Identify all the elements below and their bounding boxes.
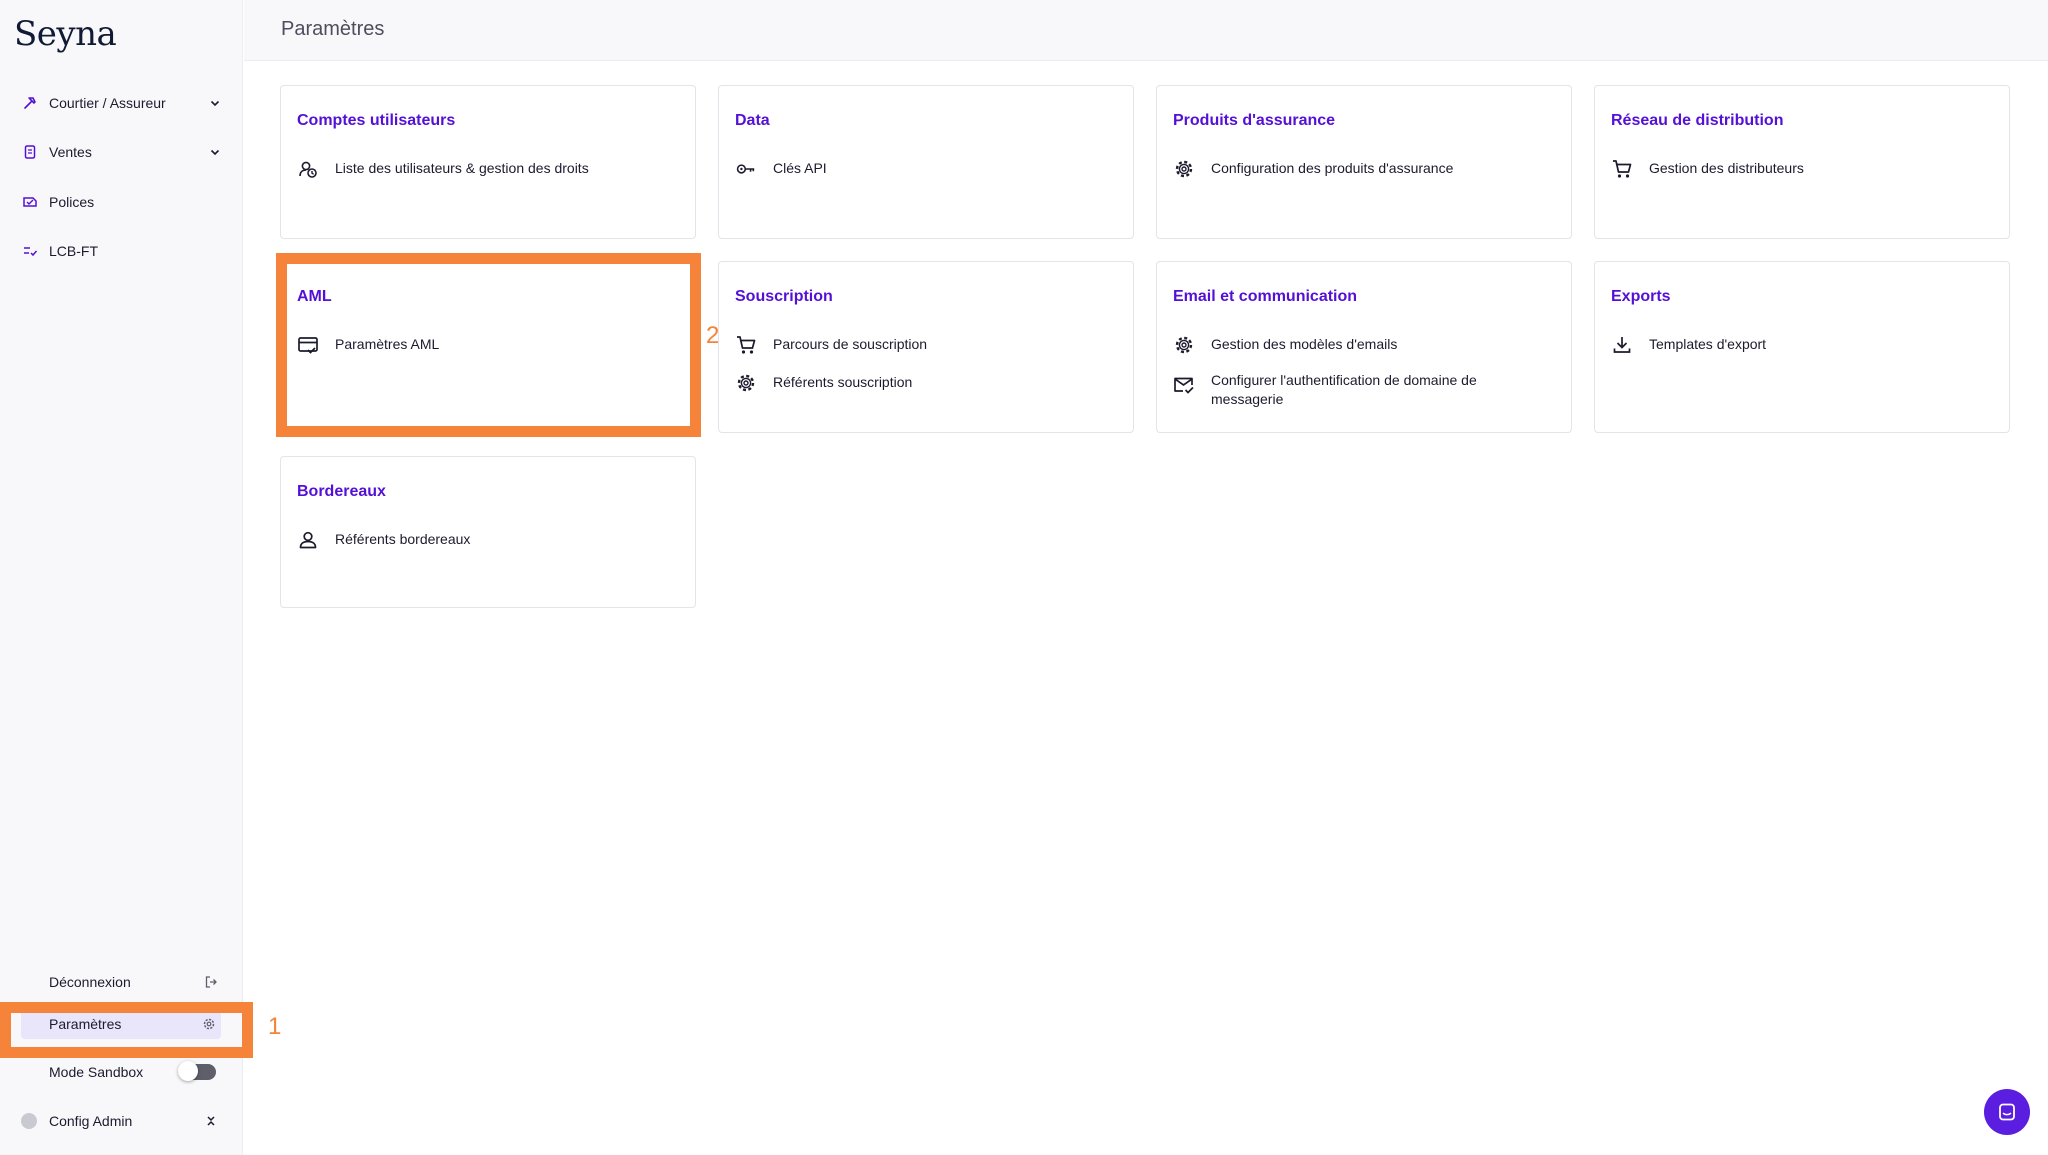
card-reseau-distribution: Réseau de distribution Gestion des distr… [1594, 85, 2010, 239]
config-admin-menu[interactable]: Config Admin [21, 1106, 221, 1136]
link-label: Gestion des distributeurs [1649, 160, 1804, 176]
link-label: Référents souscription [773, 374, 913, 390]
link-gestion-distributeurs[interactable]: Gestion des distributeurs [1611, 158, 1949, 180]
gear-icon [1173, 334, 1195, 356]
link-gestion-modeles-emails[interactable]: Gestion des modèles d'emails [1173, 334, 1511, 356]
sidebar-item-lcb-ft[interactable]: LCB-FT [20, 236, 223, 266]
chevron-updown-icon [203, 1113, 219, 1129]
link-parcours-souscription[interactable]: Parcours de souscription [735, 334, 1073, 356]
sidebar-item-label: LCB-FT [49, 243, 98, 259]
gear-icon [1173, 158, 1195, 180]
sidebar-item-label: Courtier / Assureur [49, 95, 166, 111]
sidebar-item-courtier-assureur[interactable]: Courtier / Assureur [20, 88, 223, 118]
card-title: Data [735, 112, 770, 129]
link-authentification-domaine[interactable]: Configurer l'authentification de domaine… [1173, 370, 1511, 409]
card-title: Souscription [735, 288, 833, 305]
card-title: Exports [1611, 288, 1671, 305]
link-label: Gestion des modèles d'emails [1211, 336, 1398, 352]
card-exports: Exports Templates d'export [1594, 261, 2010, 433]
link-templates-export[interactable]: Templates d'export [1611, 334, 1949, 356]
sandbox-mode-row: Mode Sandbox [21, 1057, 221, 1087]
card-title: Comptes utilisateurs [297, 112, 456, 129]
sidebar-item-label: Polices [49, 194, 95, 210]
chevron-down-icon[interactable] [207, 144, 223, 160]
user-shield-icon [297, 158, 319, 180]
key-icon [735, 158, 757, 180]
link-label: Référents bordereaux [335, 531, 471, 547]
highlight-box-aml [276, 253, 701, 437]
link-referents-bordereaux[interactable]: Référents bordereaux [297, 529, 635, 551]
cart-icon [735, 334, 757, 356]
link-liste-utilisateurs[interactable]: Liste des utilisateurs & gestion des dro… [297, 158, 635, 180]
page-title: Paramètres [281, 18, 385, 40]
policy-icon [20, 192, 40, 212]
logout-button[interactable]: Déconnexion [21, 967, 221, 997]
card-comptes-utilisateurs: Comptes utilisateurs Liste des utilisate… [280, 85, 696, 239]
link-label: Configurer l'authentification de domaine… [1211, 372, 1477, 407]
card-title: Produits d'assurance [1173, 112, 1336, 129]
link-label: Templates d'export [1649, 336, 1767, 352]
sidebar-item-polices[interactable]: Polices [20, 187, 223, 217]
link-referents-souscription[interactable]: Référents souscription [735, 372, 1073, 394]
chat-launcher-button[interactable] [1984, 1089, 2030, 1135]
sandbox-label: Mode Sandbox [49, 1064, 144, 1080]
download-icon [1611, 334, 1633, 356]
gear-icon [735, 372, 757, 394]
logout-label: Déconnexion [49, 974, 131, 990]
card-produits-assurance: Produits d'assurance Configuration des p… [1156, 85, 1572, 239]
avatar [21, 1113, 37, 1129]
hammer-icon [20, 93, 40, 113]
link-label: Clés API [773, 160, 827, 176]
card-title: Réseau de distribution [1611, 112, 1784, 129]
brand-logo[interactable]: Seyna [14, 14, 117, 54]
chat-icon [1997, 1102, 2017, 1122]
link-label: Parcours de souscription [773, 336, 928, 352]
admin-label: Config Admin [49, 1113, 133, 1129]
sidebar: Seyna Courtier / Assureur Ventes Polices… [0, 0, 243, 1155]
highlight-marker-2: 2 [706, 322, 720, 349]
card-title: Bordereaux [297, 483, 386, 500]
toggle-knob [178, 1061, 198, 1081]
mail-check-icon [1173, 374, 1195, 396]
link-configuration-produits[interactable]: Configuration des produits d'assurance [1173, 158, 1511, 180]
sandbox-toggle[interactable] [178, 1061, 216, 1081]
card-email-communication: Email et communication Gestion des modèl… [1156, 261, 1572, 433]
sidebar-item-label: Ventes [49, 144, 92, 160]
checklist-icon [20, 241, 40, 261]
highlight-box-settings [0, 1002, 253, 1058]
card-bordereaux: Bordereaux Référents bordereaux [280, 456, 696, 608]
sidebar-item-ventes[interactable]: Ventes [20, 137, 223, 167]
logout-icon [203, 974, 219, 990]
user-icon [297, 529, 319, 551]
link-label: Liste des utilisateurs & gestion des dro… [335, 160, 589, 176]
cart-icon [1611, 158, 1633, 180]
card-data: Data Clés API [718, 85, 1134, 239]
link-cles-api[interactable]: Clés API [735, 158, 1073, 180]
highlight-marker-1: 1 [268, 1013, 282, 1040]
link-label: Configuration des produits d'assurance [1211, 160, 1454, 176]
card-souscription: Souscription Parcours de souscription Ré… [718, 261, 1134, 433]
chevron-down-icon[interactable] [207, 95, 223, 111]
card-title: Email et communication [1173, 288, 1358, 305]
page-header: Paramètres [244, 0, 2048, 61]
document-icon [20, 142, 40, 162]
